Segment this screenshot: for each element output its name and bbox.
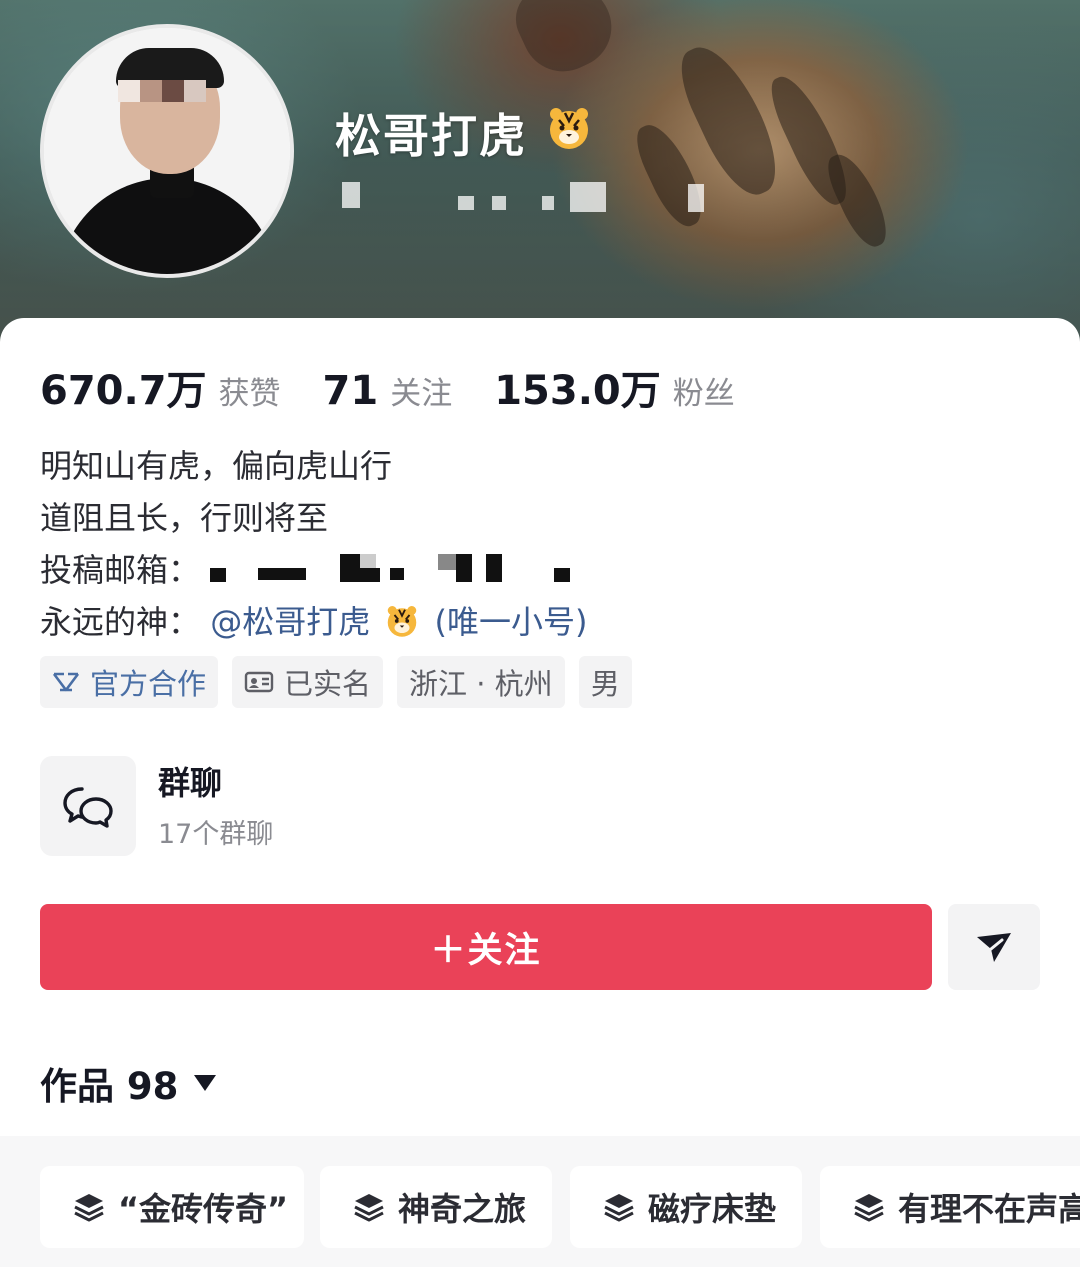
alt-account-label: 永远的神： <box>40 603 201 641</box>
send-icon <box>977 933 1011 962</box>
profile-stats: 670.7万 获赞 71 关注 153.0万 粉丝 <box>40 358 777 416</box>
group-chat-entry[interactable]: 群聊 17个群聊 <box>40 756 640 856</box>
account-id-mosaic <box>338 172 738 216</box>
tag-label: 已实名 <box>284 667 372 701</box>
profile-bio: 明知山有虎，偏向虎山行 道阻且长，行则将至 投稿邮箱： 永远的神： @松哥打虎 <box>40 440 590 648</box>
layers-icon <box>352 1191 386 1223</box>
collection-label: 神奇之旅 <box>398 1190 527 1228</box>
likes-label: 获赞 <box>218 376 281 412</box>
email-mosaic <box>210 550 590 594</box>
collection-chip[interactable]: “金砖传奇” <box>40 1166 304 1248</box>
alt-account-link[interactable]: @松哥打虎 <box>210 603 370 641</box>
collection-chip[interactable]: 神奇之旅 <box>320 1166 552 1248</box>
collections-bar: “金砖传奇” 神奇之旅 磁疗床垫 有理不在声高 <box>0 1136 1080 1267</box>
bio-alt-account-line: 永远的神： @松哥打虎 (唯一小号) <box>40 596 590 648</box>
collection-label: 磁疗床垫 <box>648 1190 777 1228</box>
bio-line: 明知山有虎，偏向虎山行 <box>40 447 393 485</box>
alt-account-note[interactable]: (唯一小号) <box>435 603 588 641</box>
works-tab[interactable]: 作品 98 <box>40 1056 217 1110</box>
share-button[interactable] <box>948 904 1040 990</box>
profile-tags: 官方合作 已实名 浙江 · 杭州 男 <box>40 656 632 708</box>
bio-email-line: 投稿邮箱： <box>40 544 590 596</box>
group-chat-icon <box>40 756 136 856</box>
layers-icon <box>602 1191 636 1223</box>
layers-icon <box>72 1191 106 1223</box>
gender-tag: 男 <box>578 656 632 708</box>
bio-line: 道阻且长，行则将至 <box>40 492 590 544</box>
collection-chip[interactable]: 有理不在声高 <box>820 1166 1080 1248</box>
collection-chip[interactable]: 磁疗床垫 <box>570 1166 802 1248</box>
works-label: 作品 98 <box>40 1065 179 1108</box>
following-label[interactable]: 关注 <box>390 368 452 413</box>
tag-label: 官方合作 <box>90 667 207 701</box>
tiger-face-icon <box>388 606 417 637</box>
location-tag[interactable]: 浙江 · 杭州 <box>397 656 565 708</box>
verified-tag[interactable]: 已实名 <box>232 656 384 708</box>
following-count[interactable]: 71 <box>323 368 379 414</box>
caret-down-icon <box>194 1075 217 1091</box>
group-chat-title: 群聊 <box>158 764 223 802</box>
likes-count: 670.7万 <box>40 368 207 414</box>
id-card-icon <box>244 670 274 694</box>
bio-text: 道阻且长，行则将至 <box>40 499 329 537</box>
followers-label[interactable]: 粉丝 <box>673 368 735 413</box>
email-label: 投稿邮箱： <box>40 551 201 589</box>
face-mosaic <box>118 80 206 102</box>
layers-icon <box>852 1191 886 1223</box>
collection-label: 有理不在声高 <box>898 1190 1080 1228</box>
official-partner-tag[interactable]: 官方合作 <box>40 656 219 708</box>
profile-card: 670.7万 获赞 71 关注 153.0万 粉丝 明知山有虎，偏向虎山行 道阻… <box>0 318 1080 1267</box>
avatar[interactable] <box>40 24 294 278</box>
tiger-face-icon <box>550 108 588 149</box>
partner-icon <box>52 670 80 694</box>
followers-count[interactable]: 153.0万 <box>494 358 661 416</box>
group-chat-count: 17个群聊 <box>158 819 274 850</box>
profile-nickname: 松哥打虎 <box>335 109 527 163</box>
collection-label: “金砖传奇” <box>118 1190 289 1228</box>
follow-button[interactable]: ＋关注 <box>40 904 932 990</box>
